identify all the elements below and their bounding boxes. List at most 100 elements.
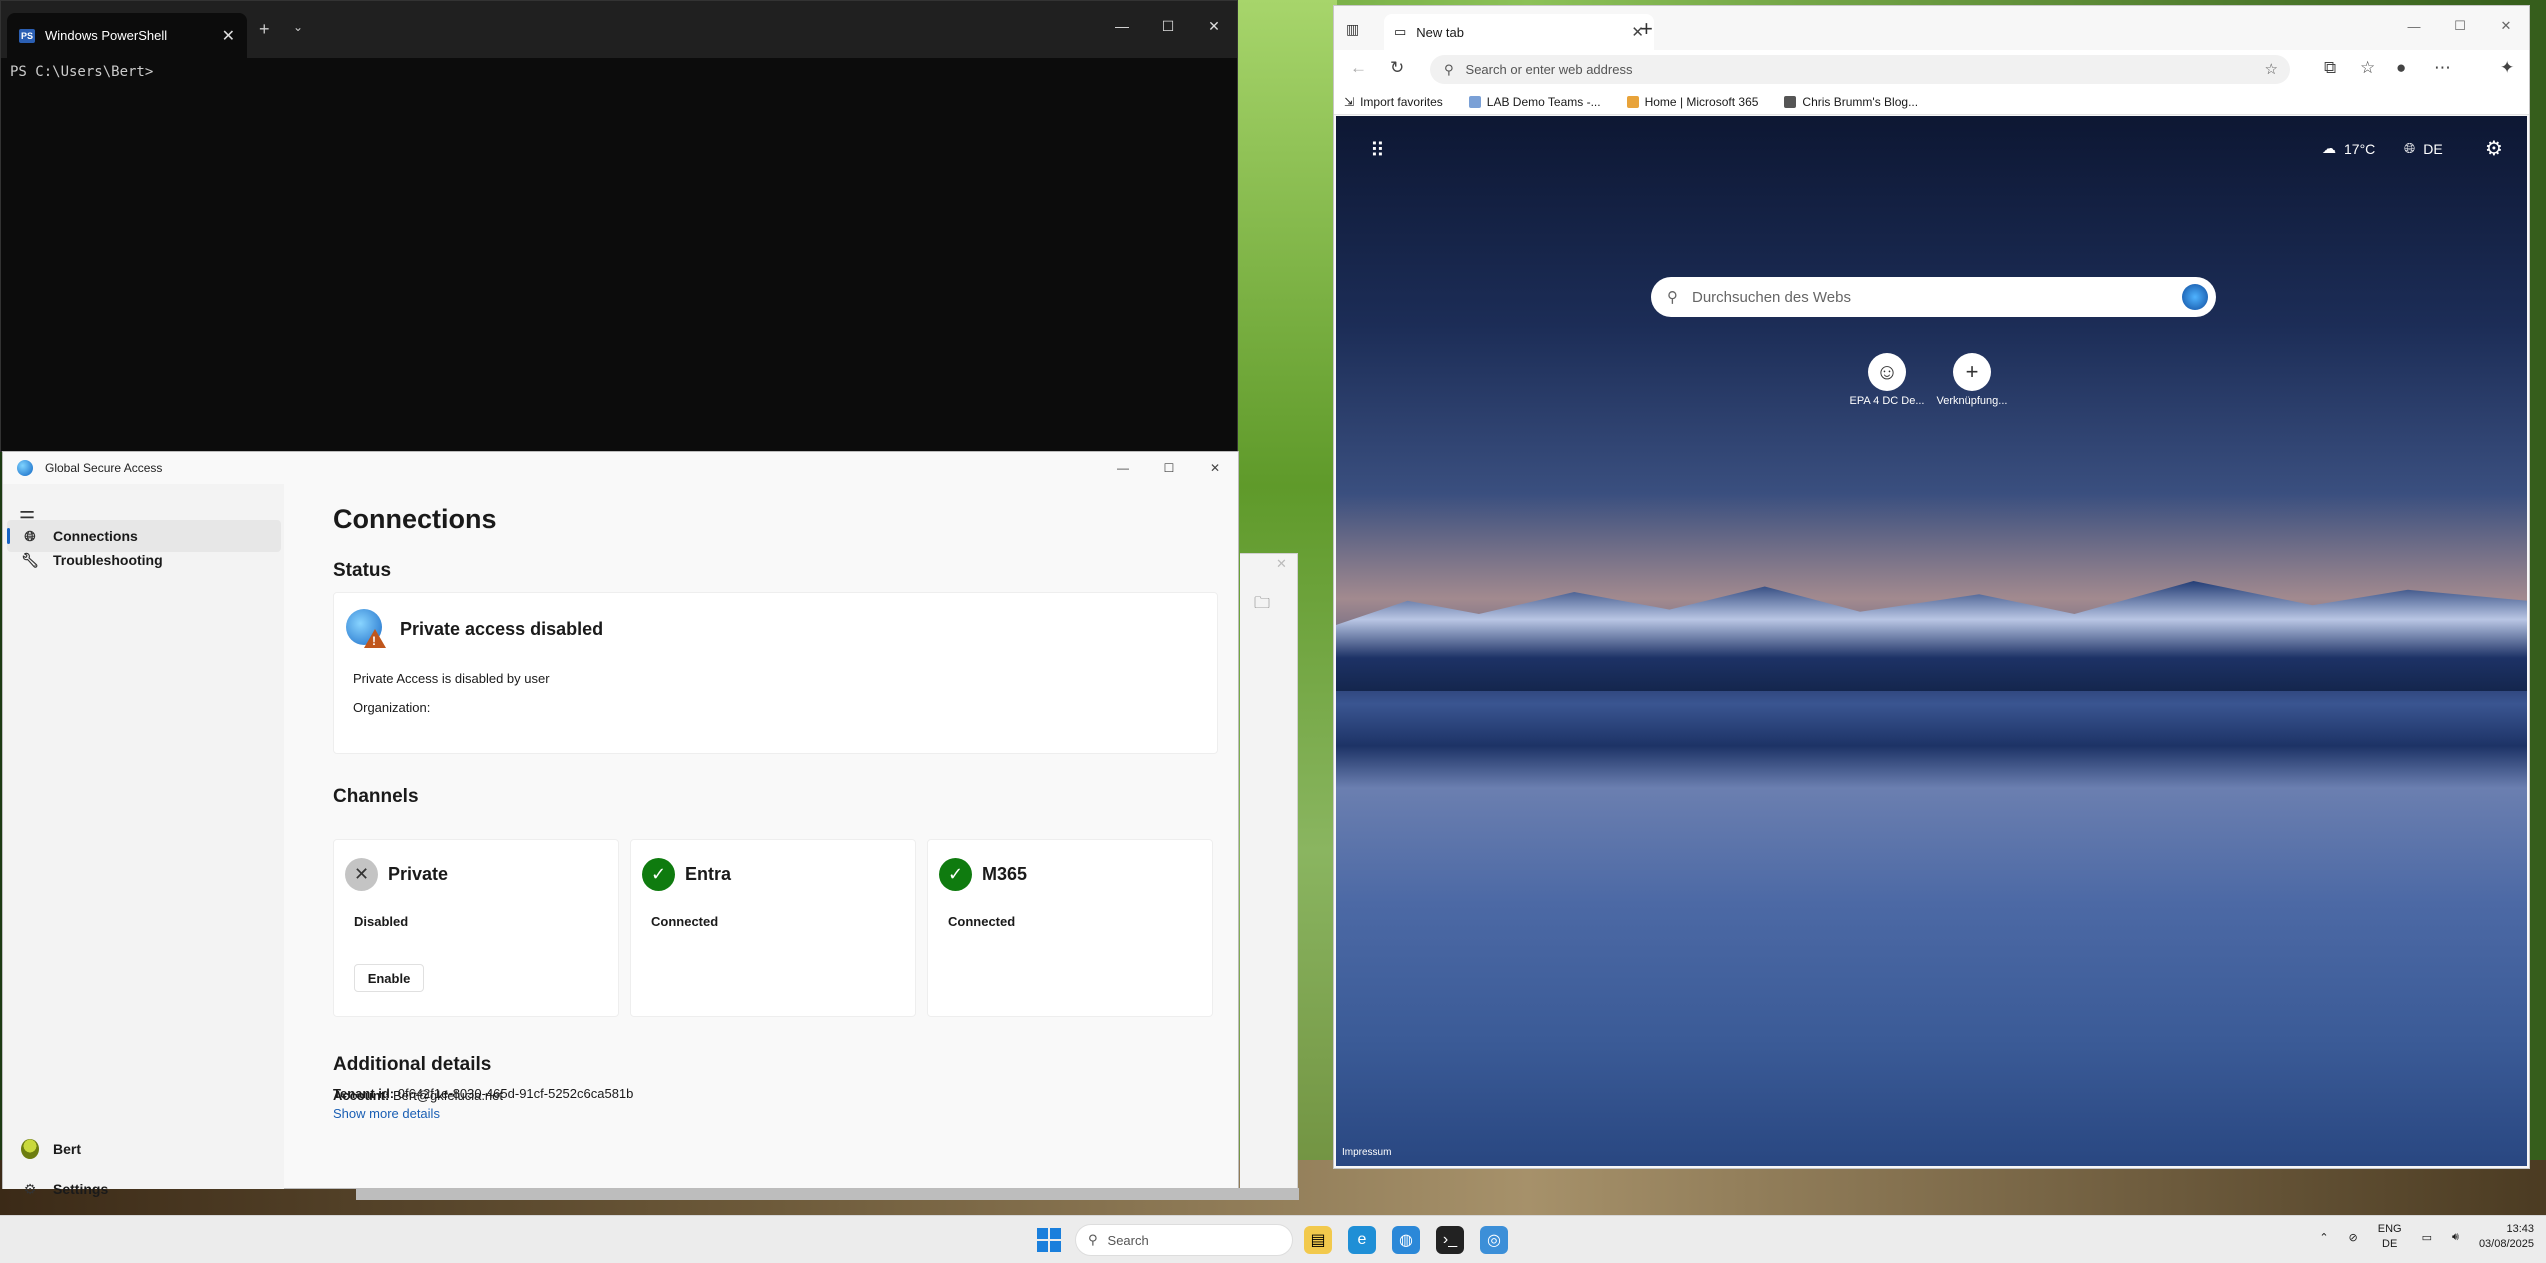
network-icon[interactable]: ⊘ bbox=[2349, 1231, 2358, 1244]
clock[interactable]: 13:43 03/08/2025 bbox=[2479, 1222, 2534, 1252]
favorites-bar: ⇲ Import favorites LAB Demo Teams -... H… bbox=[1334, 89, 2529, 115]
shortcut-epa[interactable]: ☺ EPA 4 DC De... bbox=[1847, 353, 1927, 407]
maximize-icon[interactable]: ☐ bbox=[1145, 1, 1191, 51]
favorite-lab-demo-teams[interactable]: LAB Demo Teams -... bbox=[1468, 95, 1601, 109]
favorites-icon[interactable]: ☆ bbox=[2360, 58, 2375, 78]
favorite-label: Chris Brumm's Blog... bbox=[1802, 94, 1919, 109]
close-tab-icon[interactable]: ✕ bbox=[222, 26, 235, 46]
refresh-icon[interactable]: ↻ bbox=[1390, 58, 1404, 78]
favorite-import[interactable]: ⇲ Import favorites bbox=[1344, 95, 1443, 109]
shortcut-label: Verknüpfung... bbox=[1936, 395, 2008, 407]
edge-browser-window[interactable]: ▥ ▭ New tab ✕ + — ☐ ✕ ← ↻ ⚲ Search or en… bbox=[1333, 5, 2530, 1169]
back-icon[interactable]: ← bbox=[1350, 58, 1367, 78]
favorite-star-icon[interactable]: ☆ bbox=[2265, 60, 2278, 78]
close-icon[interactable]: ✕ bbox=[1192, 452, 1238, 484]
terminal-tab[interactable]: PS Windows PowerShell ✕ bbox=[7, 13, 247, 58]
close-icon[interactable]: ✕ bbox=[2483, 6, 2529, 46]
sidebar-item-label: Settings bbox=[53, 1181, 109, 1197]
volume-icon[interactable]: 🔊︎ bbox=[2452, 1231, 2459, 1244]
weather-widget[interactable]: ☁ 17°C bbox=[2322, 140, 2375, 157]
gear-icon[interactable]: ⚙ bbox=[2485, 136, 2503, 161]
cloud-icon: ☁ bbox=[2322, 140, 2336, 156]
status-heading: Status bbox=[333, 560, 392, 581]
taskbar-search[interactable]: ⚲ Search bbox=[1075, 1224, 1293, 1256]
gsa-content: Connections Status ! Private access disa… bbox=[285, 484, 1238, 1188]
date: 03/08/2025 bbox=[2478, 1238, 2534, 1250]
file-explorer-icon[interactable]: ▤ bbox=[1304, 1226, 1332, 1254]
x-icon: ✕ bbox=[345, 858, 378, 891]
terminal-tabbar: PS Windows PowerShell ✕ + ⌄ — ☐ ✕ bbox=[1, 1, 1237, 58]
globe-icon[interactable]: ◎ bbox=[1480, 1226, 1508, 1254]
start-button-icon[interactable] bbox=[1037, 1228, 1061, 1252]
more-options-icon[interactable]: ⋯ bbox=[2434, 58, 2451, 78]
address-bar[interactable]: ⚲ Search or enter web address ☆ bbox=[1430, 55, 2290, 84]
lang-top: ENG bbox=[2377, 1223, 2402, 1235]
window-controls: — ☐ ✕ bbox=[1099, 1, 1237, 51]
user-profile[interactable]: Bert bbox=[7, 1133, 281, 1165]
sidebar-item-label: Troubleshooting bbox=[53, 552, 163, 568]
input-language[interactable]: ENG DE bbox=[2378, 1222, 2402, 1252]
m365-copilot-icon[interactable] bbox=[2182, 284, 2208, 310]
tab-actions-icon[interactable]: ▥ bbox=[1346, 21, 1359, 38]
terminal-output[interactable]: PS C:\Users\Bert> bbox=[1, 58, 1237, 86]
tab-new-tab[interactable]: ▭ New tab ✕ bbox=[1384, 14, 1654, 50]
sidebar-item-label: Connections bbox=[53, 528, 138, 544]
time: 13:43 bbox=[2506, 1223, 2534, 1235]
app-launcher-icon[interactable]: ⠿ bbox=[1370, 138, 1385, 163]
chevron-down-icon[interactable]: ⌄ bbox=[293, 20, 303, 34]
close-icon[interactable]: ✕ bbox=[1191, 1, 1237, 51]
global-secure-access-icon[interactable]: ◍ bbox=[1392, 1226, 1420, 1254]
show-more-details-link[interactable]: Show more details bbox=[333, 1106, 440, 1121]
terminal-prompt: PS C:\Users\Bert> bbox=[10, 64, 154, 80]
display-icon[interactable]: ▭ bbox=[2422, 1231, 2432, 1244]
gsa-sidebar: ☰ 🌐︎ Connections 🔧︎ Troubleshooting Bert… bbox=[3, 484, 284, 1197]
sidebar-item-troubleshooting[interactable]: 🔧︎ Troubleshooting bbox=[7, 544, 281, 576]
global-secure-access-window[interactable]: Global Secure Access — ☐ ✕ ☰ 🌐︎ Connecti… bbox=[2, 451, 1239, 1197]
powershell-icon: PS bbox=[19, 28, 35, 43]
globe-icon: 🌐︎ bbox=[24, 527, 36, 544]
maximize-icon[interactable]: ☐ bbox=[2437, 6, 2483, 46]
language-code: DE bbox=[2423, 140, 2443, 157]
new-tab-button[interactable]: + bbox=[259, 19, 270, 40]
add-icon: + bbox=[1953, 353, 1991, 391]
close-icon[interactable]: ✕ bbox=[1276, 556, 1287, 572]
folder-icon[interactable]: 🗀 bbox=[1254, 592, 1270, 619]
terminal-tab-title: Windows PowerShell bbox=[45, 28, 168, 43]
minimize-icon[interactable]: — bbox=[1099, 1, 1145, 51]
tenant-value: 0f642f1e-8030-465d-91cf-5252c6ca581b bbox=[397, 1086, 634, 1101]
background-window[interactable]: ✕ 🗀 bbox=[1240, 553, 1298, 1198]
minimize-icon[interactable]: — bbox=[2391, 6, 2437, 46]
impressum-link[interactable]: Impressum bbox=[1342, 1147, 1391, 1158]
shortcut-label: EPA 4 DC De... bbox=[1849, 395, 1925, 407]
edge-icon[interactable]: e bbox=[1348, 1226, 1376, 1254]
channel-card-entra: ✓ Entra Connected bbox=[630, 839, 916, 1017]
address-placeholder: Search or enter web address bbox=[1465, 62, 1633, 77]
copilot-icon[interactable]: ✦ bbox=[2500, 58, 2514, 78]
shortcut-add[interactable]: + Verknüpfung... bbox=[1932, 353, 2012, 407]
language-selector[interactable]: 🌐︎ DE bbox=[2404, 140, 2443, 157]
check-icon: ✓ bbox=[939, 858, 972, 891]
web-search-box[interactable]: ⚲ Durchsuchen des Webs bbox=[1651, 277, 2216, 317]
system-tray: ⌃ ⊘ ENG DE ▭ 🔊︎ 13:43 03/08/2025 bbox=[2319, 1222, 2534, 1252]
powershell-window[interactable]: PS Windows PowerShell ✕ + ⌄ — ☐ ✕ PS C:\… bbox=[0, 0, 1238, 452]
edge-toolbar: ← ↻ ⚲ Search or enter web address ☆ ⧉ ☆ … bbox=[1334, 50, 2529, 89]
gear-icon: ⚙ bbox=[23, 1180, 37, 1197]
enable-button[interactable]: Enable bbox=[354, 964, 424, 992]
maximize-icon[interactable]: ☐ bbox=[1146, 452, 1192, 484]
channel-state: Connected bbox=[948, 914, 1016, 929]
page-title: Connections bbox=[333, 504, 497, 534]
sidebar-item-settings[interactable]: ⚙ Settings bbox=[7, 1173, 281, 1205]
profile-icon[interactable]: ● bbox=[2396, 58, 2406, 78]
taskbar: ⚲ Search ▤ e ◍ ›_ ◎ ⌃ ⊘ ENG DE ▭ 🔊︎ 13:4… bbox=[0, 1215, 2546, 1263]
favorite-chris-brumm-blog[interactable]: Chris Brumm's Blog... bbox=[1784, 95, 1918, 109]
extensions-icon[interactable]: ⧉ bbox=[2324, 58, 2336, 78]
minimize-icon[interactable]: — bbox=[1100, 452, 1146, 484]
gsa-titlebar: Global Secure Access — ☐ ✕ bbox=[3, 452, 1238, 484]
chevron-up-icon[interactable]: ⌃ bbox=[2319, 1231, 2328, 1244]
teams-icon bbox=[1468, 95, 1481, 108]
import-icon: ⇲ bbox=[1344, 94, 1355, 109]
new-tab-button[interactable]: + bbox=[1640, 16, 1653, 42]
lang-bottom: DE bbox=[2382, 1238, 2398, 1250]
terminal-icon[interactable]: ›_ bbox=[1436, 1226, 1464, 1254]
favorite-microsoft-365[interactable]: Home | Microsoft 365 bbox=[1626, 95, 1758, 109]
